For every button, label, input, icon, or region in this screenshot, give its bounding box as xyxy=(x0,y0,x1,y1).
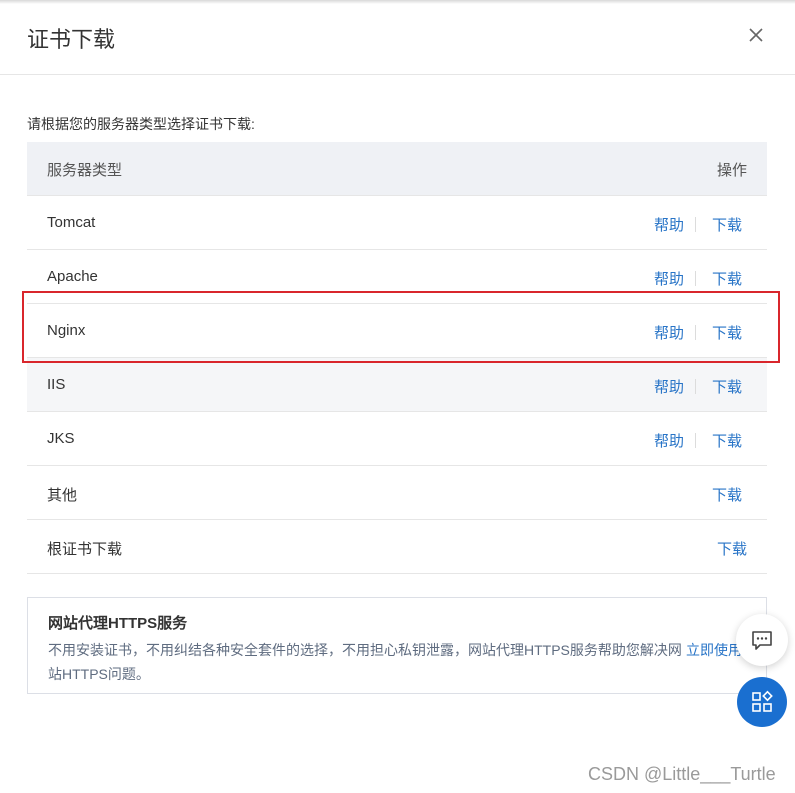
watermark: CSDN @Little___Turtle xyxy=(588,764,776,784)
divider xyxy=(694,271,696,286)
download-link[interactable]: 下载 xyxy=(712,214,742,235)
download-link[interactable]: 下载 xyxy=(712,322,742,343)
chat-button[interactable] xyxy=(736,614,788,666)
table-row-other: 其他 下载 xyxy=(27,466,767,520)
row-name: Apache xyxy=(47,268,98,285)
close-icon[interactable] xyxy=(748,27,764,43)
help-link[interactable]: 帮助 xyxy=(654,376,684,397)
row-name: JKS xyxy=(47,430,75,447)
download-link[interactable]: 下载 xyxy=(712,376,742,397)
help-link[interactable]: 帮助 xyxy=(654,214,684,235)
download-link[interactable]: 下载 xyxy=(712,268,742,289)
promo-title: 网站代理HTTPS服务 xyxy=(48,615,188,632)
table-row-tomcat: Tomcat 帮助 下载 xyxy=(27,196,767,250)
header-server-type: 服务器类型 xyxy=(47,162,123,179)
apps-button[interactable] xyxy=(737,677,787,727)
chat-icon xyxy=(752,631,772,650)
use-now-link[interactable]: 立即使用 xyxy=(686,638,742,662)
row-name: IIS xyxy=(47,376,66,393)
help-link[interactable]: 帮助 xyxy=(654,430,684,451)
divider xyxy=(694,433,696,448)
apps-icon xyxy=(752,690,773,712)
table-row-iis: IIS 帮助 下载 xyxy=(27,358,767,412)
divider xyxy=(694,379,696,394)
promo-description: 不用安装证书，不用纠结各种安全套件的选择，不用担心私钥泄露，网站代理HTTPS服… xyxy=(48,642,682,682)
table-row-jks: JKS 帮助 下载 xyxy=(27,412,767,466)
promo-card: 网站代理HTTPS服务 不用安装证书，不用纠结各种安全套件的选择，不用担心私钥泄… xyxy=(27,597,767,694)
download-link[interactable]: 下载 xyxy=(712,484,742,505)
download-link[interactable]: 下载 xyxy=(717,538,747,559)
help-link[interactable]: 帮助 xyxy=(654,322,684,343)
row-name: Nginx xyxy=(47,322,86,339)
table-row-root-cert: 根证书下载 下载 xyxy=(27,520,767,574)
download-link[interactable]: 下载 xyxy=(712,430,742,451)
help-link[interactable]: 帮助 xyxy=(654,268,684,289)
table-header: 服务器类型 操作 xyxy=(27,142,767,196)
dialog-title: 证书下载 xyxy=(27,27,116,52)
instruction-text: 请根据您的服务器类型选择证书下载: xyxy=(27,116,255,132)
dialog-header: 证书下载 xyxy=(0,0,795,75)
row-name: 其他 xyxy=(47,487,78,504)
table-row-apache: Apache 帮助 下载 xyxy=(27,250,767,304)
server-type-table: 服务器类型 操作 Tomcat 帮助 下载 Apache 帮助 下载 Nginx… xyxy=(27,142,767,574)
header-operation: 操作 xyxy=(716,162,747,179)
table-row-nginx: Nginx 帮助 下载 xyxy=(27,304,767,358)
divider xyxy=(694,325,696,340)
row-name: Tomcat xyxy=(47,214,96,231)
row-name: 根证书下载 xyxy=(47,541,123,558)
divider xyxy=(694,217,696,232)
